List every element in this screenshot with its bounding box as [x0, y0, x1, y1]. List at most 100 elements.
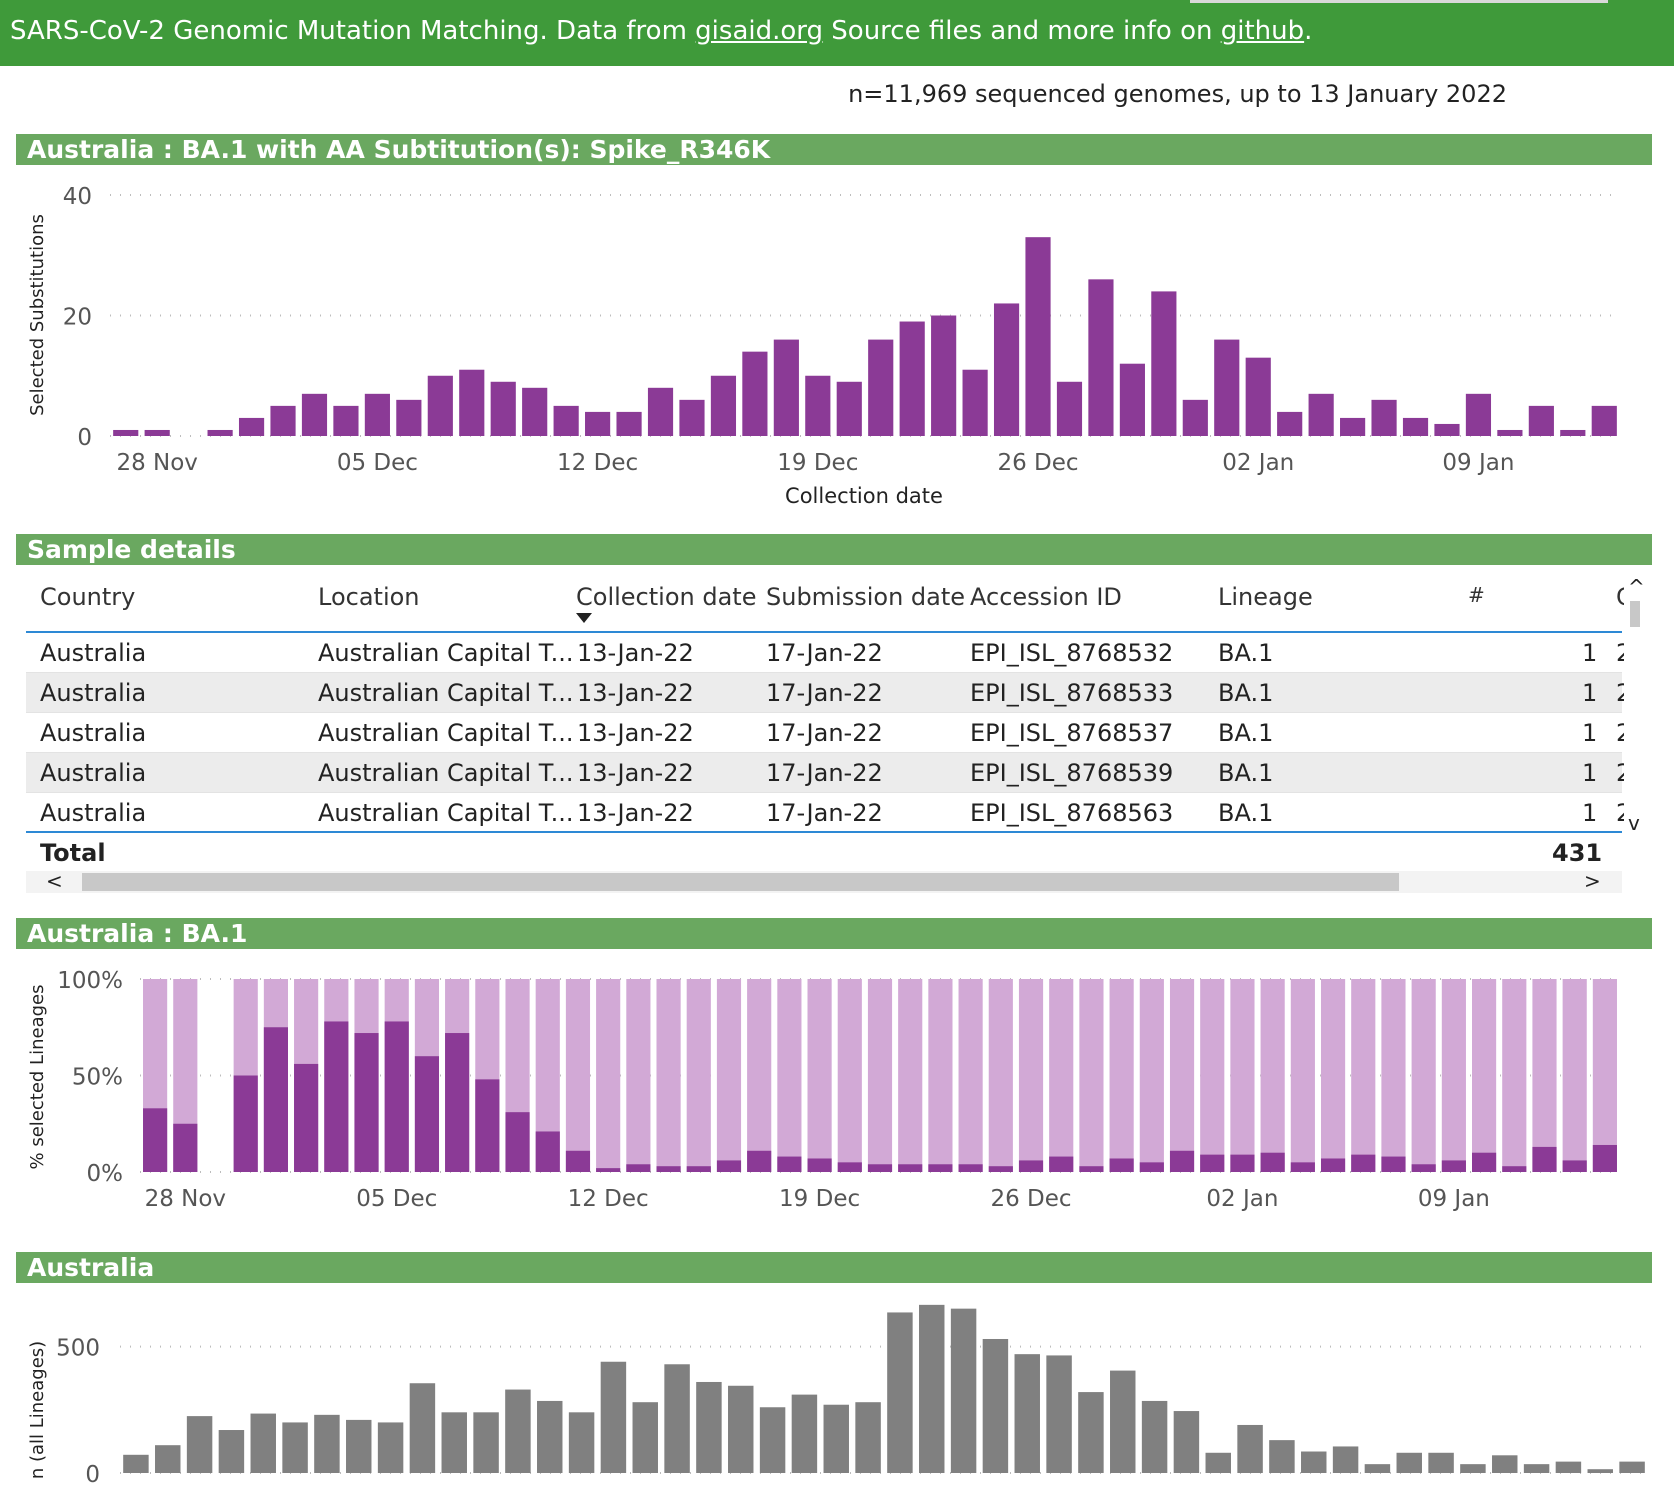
bar-other: [1441, 979, 1466, 1172]
vertical-scroll-thumb[interactable]: [1630, 601, 1640, 627]
bar: [1088, 279, 1114, 436]
cell-submission-date: 17-Jan-22: [766, 679, 883, 707]
col-location[interactable]: Location: [318, 583, 420, 611]
bar: [710, 375, 737, 436]
bar-other: [656, 979, 681, 1172]
bar: [855, 1402, 881, 1473]
table-section-title: Sample details: [16, 534, 1652, 565]
x-tick-label: 09 Jan: [1418, 1186, 1490, 1212]
bar-selected: [656, 1166, 681, 1172]
bar-selected: [1169, 1150, 1195, 1172]
bar: [1182, 399, 1208, 436]
cell-truncated: 2: [1616, 719, 1624, 747]
col-collection-date[interactable]: Collection date: [576, 583, 756, 611]
bar-other: [1230, 979, 1255, 1172]
bar: [1237, 1424, 1263, 1473]
bar: [427, 375, 453, 436]
cell-location: Australian Capital T...: [318, 759, 574, 787]
bar-selected: [1351, 1154, 1376, 1172]
table-row[interactable]: Australia Australian Capital T... 13-Jan…: [26, 753, 1624, 793]
bar: [1591, 405, 1617, 436]
bar-other: [898, 979, 923, 1172]
col-lineage[interactable]: Lineage: [1218, 583, 1313, 611]
github-link[interactable]: github: [1221, 16, 1304, 46]
col-country[interactable]: Country: [40, 583, 135, 611]
scroll-down-icon[interactable]: v: [1628, 811, 1640, 835]
sort-descending-icon: [576, 613, 592, 623]
bar: [805, 375, 831, 436]
bar: [982, 1338, 1009, 1473]
bar: [993, 303, 1020, 436]
table-row[interactable]: Australia Australian Capital T... 13-Jan…: [26, 793, 1624, 833]
bar-other: [1472, 979, 1497, 1172]
table-row[interactable]: Australia Australian Capital T... 13-Jan…: [26, 633, 1624, 673]
bar: [664, 1364, 690, 1473]
cell-accession-id: EPI_ISL_8768563: [970, 799, 1174, 827]
col-submission-date[interactable]: Submission date: [766, 583, 965, 611]
bar-selected: [505, 1112, 530, 1172]
bar: [931, 315, 957, 436]
table-row[interactable]: Australia Australian Capital T... 13-Jan…: [26, 673, 1624, 713]
bar-selected: [1049, 1156, 1074, 1172]
scroll-left-icon[interactable]: <: [46, 869, 63, 893]
col-accession-id[interactable]: Accession ID: [970, 583, 1122, 611]
header-text-after: .: [1304, 16, 1313, 46]
cell-country: Australia: [40, 679, 147, 707]
bar-selected: [1381, 1156, 1406, 1172]
cell-country: Australia: [40, 719, 147, 747]
bar-selected: [1411, 1164, 1436, 1172]
bar-other: [1018, 979, 1044, 1172]
bar: [585, 411, 611, 436]
scroll-right-icon[interactable]: >: [1584, 869, 1601, 893]
bar: [459, 369, 485, 436]
scroll-up-icon[interactable]: ^: [1628, 575, 1645, 599]
bar: [1056, 381, 1083, 436]
horizontal-scroll-thumb[interactable]: [82, 873, 1399, 891]
chart1-section-title: Australia : BA.1 with AA Subtitution(s):…: [16, 134, 1652, 165]
bar-other: [807, 979, 832, 1172]
bar: [1497, 429, 1523, 436]
col-truncated[interactable]: C: [1616, 583, 1624, 611]
bar: [1340, 417, 1366, 436]
table-row[interactable]: Australia Australian Capital T... 13-Jan…: [26, 713, 1624, 753]
cell-count: 1: [1582, 759, 1598, 787]
bar: [1492, 1455, 1518, 1473]
header-text-before: SARS-CoV-2 Genomic Mutation Matching. Da…: [10, 16, 696, 46]
cell-location: Australian Capital T...: [318, 679, 574, 707]
bar-selected: [384, 1021, 409, 1172]
x-tick-label: 05 Dec: [356, 1186, 437, 1212]
bar: [123, 1454, 149, 1473]
bar: [919, 1304, 945, 1473]
bar: [1025, 237, 1051, 436]
cell-lineage: BA.1: [1218, 639, 1274, 667]
gisaid-link[interactable]: gisaid.org: [695, 16, 823, 46]
col-count[interactable]: #: [1468, 583, 1485, 607]
bar: [1269, 1440, 1295, 1473]
x-tick-label: 26 Dec: [990, 1186, 1071, 1212]
bar: [1301, 1451, 1327, 1473]
total-value: 431: [1552, 839, 1603, 867]
bar: [1308, 393, 1334, 436]
y-tick-label: 500: [56, 1336, 100, 1362]
y-tick-label: 100%: [57, 968, 123, 994]
vertical-scrollbar[interactable]: ^ v: [1624, 575, 1646, 841]
bar-other: [1562, 979, 1587, 1172]
bar-selected: [535, 1131, 560, 1172]
bar: [773, 339, 799, 436]
bar-selected: [445, 1033, 470, 1172]
bar: [1214, 339, 1240, 436]
bar-selected: [1109, 1158, 1134, 1172]
horizontal-scrollbar[interactable]: < >: [26, 869, 1622, 893]
lineage-share-stacked-chart: 0% 50% 100% 28 Nov 05 Dec 12 Dec 19 Dec 26 Dec 0…: [27, 968, 1620, 1212]
bar-selected: [1079, 1166, 1104, 1172]
bar: [887, 1312, 913, 1473]
bar-other: [596, 979, 621, 1172]
cell-location: Australian Capital T...: [318, 719, 574, 747]
cell-lineage: BA.1: [1218, 719, 1274, 747]
bar-selected: [414, 1056, 440, 1172]
bar: [616, 411, 642, 436]
bar-selected: [173, 1123, 198, 1172]
bar-selected: [263, 1027, 288, 1172]
bar: [1014, 1354, 1040, 1473]
chart2-section-title: Australia : BA.1: [16, 918, 1652, 949]
